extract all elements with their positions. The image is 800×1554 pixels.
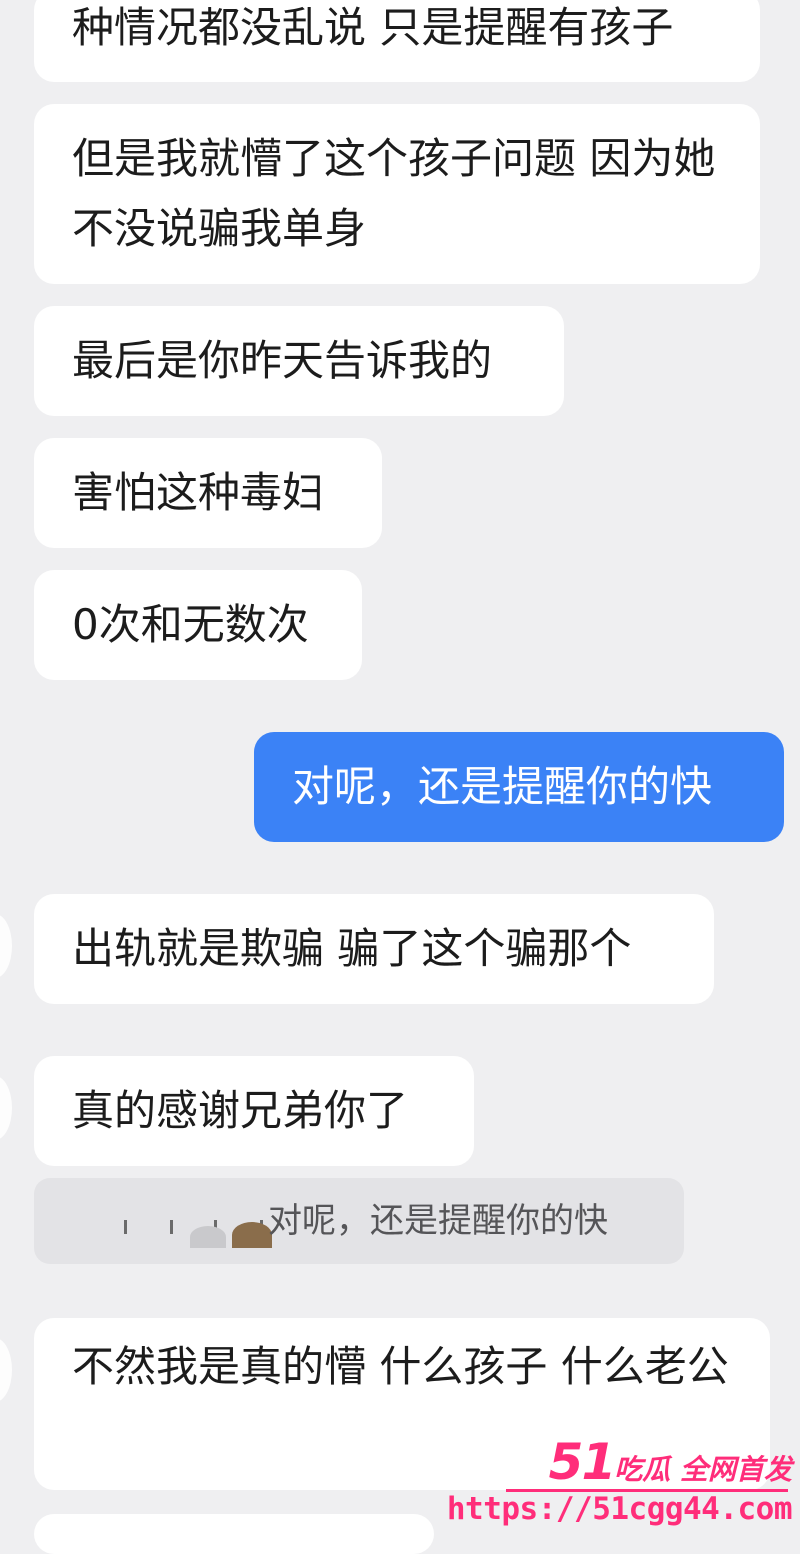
message-bubble-received[interactable]: 害怕这种毒妇 — [34, 438, 382, 548]
message-text: 出轨就是欺骗 骗了这个骗那个 — [72, 924, 632, 973]
message-text: 最后是你昨天告诉我的 — [72, 336, 493, 385]
quoted-reply[interactable]: 对呢，还是提醒你的快 — [34, 1178, 684, 1264]
message-text: 种情况都没乱说 只是提醒有孩子 — [72, 3, 674, 52]
sticker-fragment — [190, 1226, 226, 1248]
message-text: 不然我是真的懵 什么孩子 什么老公 — [72, 1342, 729, 1391]
obscured-mark — [124, 1220, 127, 1234]
message-bubble-received-partial[interactable] — [34, 1514, 434, 1554]
watermark-logo-text: 吃瓜 全网首发 — [614, 1453, 792, 1486]
message-text: 真的感谢兄弟你了 — [72, 1086, 409, 1135]
message-text: 对呢，还是提醒你的快 — [292, 762, 713, 811]
watermark: 51吃瓜 全网首发 https://51cgg44.com — [447, 1431, 796, 1531]
message-bubble-received[interactable]: 出轨就是欺骗 骗了这个骗那个 — [34, 894, 714, 1004]
watermark-logo: 51吃瓜 全网首发 — [549, 1433, 792, 1491]
message-bubble-received[interactable]: 但是我就懵了这个孩子问题 因为她不没说骗我单身 — [34, 104, 760, 284]
watermark-logo-number: 51 — [548, 1433, 617, 1491]
quote-sender-name-obscured — [84, 1200, 274, 1248]
sticker-fragment — [232, 1222, 272, 1248]
watermark-url: https://51cgg44.com — [446, 1491, 793, 1527]
message-bubble-received[interactable]: 最后是你昨天告诉我的 — [34, 306, 564, 416]
message-text: 害怕这种毒妇 — [72, 468, 325, 517]
avatar[interactable] — [0, 914, 12, 978]
quote-text: 对呢，还是提醒你的快 — [268, 1201, 608, 1241]
chat-thread: 种情况都没乱说 只是提醒有孩子 但是我就懵了这个孩子问题 因为她不没说骗我单身 … — [0, 0, 800, 1554]
avatar[interactable] — [0, 1338, 12, 1402]
message-bubble-received[interactable]: 0次和无数次 — [34, 570, 362, 680]
message-bubble-received[interactable]: 真的感谢兄弟你了 — [34, 1056, 474, 1166]
message-bubble-sent[interactable]: 对呢，还是提醒你的快 — [254, 732, 784, 842]
obscured-mark — [170, 1220, 173, 1234]
message-text: 0次和无数次 — [72, 600, 309, 649]
avatar[interactable] — [0, 1076, 12, 1140]
message-text: 但是我就懵了这个孩子问题 因为她不没说骗我单身 — [72, 134, 716, 253]
message-bubble-received[interactable]: 种情况都没乱说 只是提醒有孩子 — [34, 0, 760, 82]
